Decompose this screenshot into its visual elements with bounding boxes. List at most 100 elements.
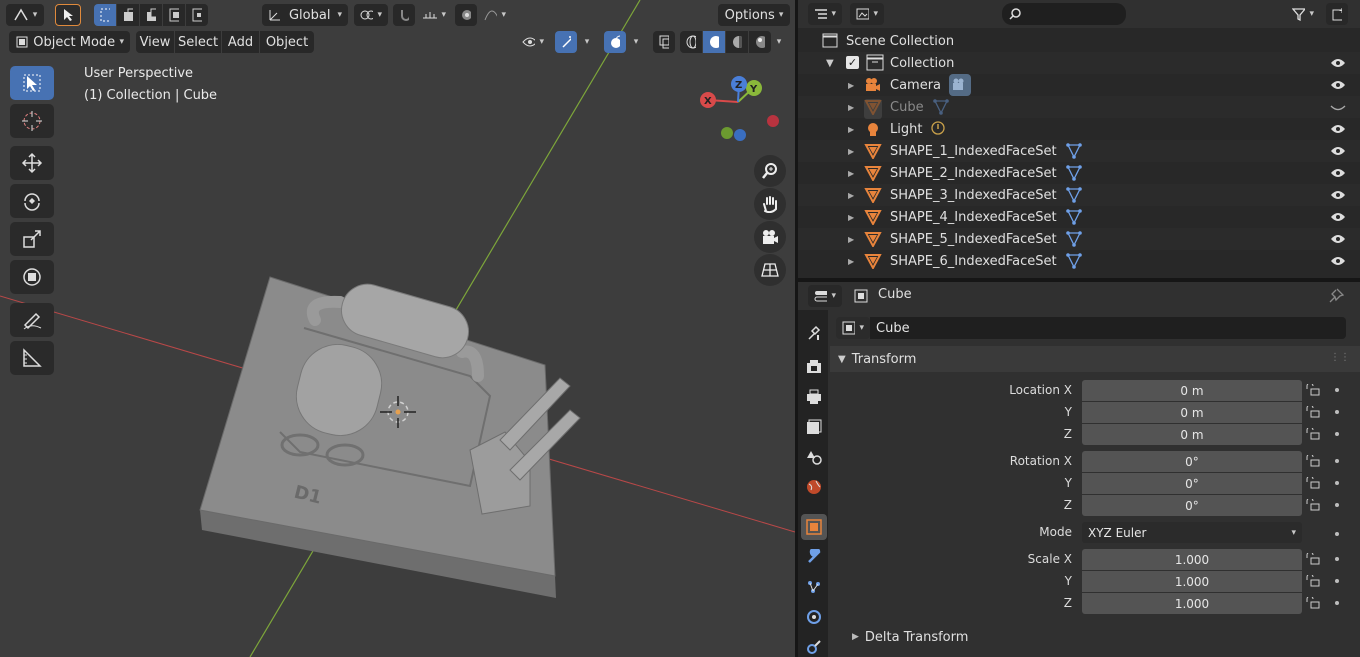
xray-toggle[interactable] [653, 31, 675, 53]
new-collection-button[interactable] [1326, 3, 1348, 25]
snap-toggle[interactable] [393, 4, 415, 26]
object-data-mesh-icon[interactable] [1065, 186, 1083, 208]
expand-arrow-icon[interactable]: ▶ [848, 191, 854, 200]
outliner-item-shape-2-indexedfaceset[interactable]: ▶ SHAPE_2_IndexedFaceSet [798, 162, 1360, 184]
outliner-item-camera[interactable]: ▶ Camera [798, 74, 1360, 96]
expand-arrow-icon[interactable]: ▶ [848, 235, 854, 244]
select-extend-button[interactable] [117, 4, 139, 26]
menu-view[interactable]: View [136, 31, 174, 53]
object-data-mesh-icon[interactable] [1065, 208, 1083, 230]
eye-icon[interactable] [1330, 146, 1346, 156]
tab-object[interactable] [801, 514, 827, 540]
editor-type-button[interactable]: ▾ [6, 4, 44, 26]
pcb-model[interactable]: D1 [199, 276, 581, 598]
eye-closed-icon[interactable] [1330, 104, 1346, 114]
keyframe-dot[interactable] [1335, 410, 1339, 414]
object-data-mesh-icon[interactable] [1065, 142, 1083, 164]
collection-checkbox[interactable]: ✓ [846, 56, 859, 69]
eye-icon[interactable] [1330, 124, 1346, 134]
expand-arrow-icon[interactable]: ▶ [848, 103, 854, 112]
object-data-mesh-icon[interactable] [1065, 230, 1083, 252]
keyframe-dot[interactable] [1335, 459, 1339, 463]
tab-world[interactable] [801, 474, 827, 500]
navigation-gizmo[interactable]: X Y Z [700, 76, 779, 141]
rotation-z-field[interactable]: 0° [1082, 495, 1302, 516]
drag-handle-icon[interactable]: ⋮⋮ [1330, 352, 1350, 363]
tool-measure[interactable] [10, 341, 54, 375]
eye-icon[interactable] [1330, 212, 1346, 222]
object-mode-dropdown[interactable]: Object Mode ▾ [9, 31, 130, 53]
object-data-mesh-icon[interactable] [1065, 164, 1083, 186]
lock-icon[interactable] [1306, 428, 1320, 440]
mode-keyframe-dot[interactable] [1335, 532, 1339, 536]
lock-icon[interactable] [1306, 575, 1320, 587]
select-subtract-button[interactable] [140, 4, 162, 26]
zoom-button[interactable] [754, 155, 786, 187]
lock-icon[interactable] [1306, 553, 1320, 565]
proportional-edit-toggle[interactable] [455, 4, 477, 26]
outliner-search[interactable] [1002, 3, 1126, 25]
perspective-toggle-button[interactable] [754, 254, 786, 286]
filter-dropdown[interactable]: ▾ [1286, 3, 1320, 25]
properties-editor-type[interactable]: ▾ [808, 285, 842, 307]
tool-scale[interactable] [10, 222, 54, 256]
scale-y-field[interactable]: 1.000 [1082, 571, 1302, 592]
tool-select[interactable] [10, 66, 54, 100]
lock-icon[interactable] [1306, 406, 1320, 418]
tab-render[interactable] [801, 354, 827, 380]
lock-icon[interactable] [1306, 499, 1320, 511]
object-data-mesh-icon[interactable] [1065, 252, 1083, 274]
tool-cursor[interactable] [10, 104, 54, 138]
scale-x-field[interactable]: 1.000 [1082, 549, 1302, 570]
scale-z-field[interactable]: 1.000 [1082, 593, 1302, 614]
expand-arrow-icon[interactable]: ▶ [848, 213, 854, 222]
outliner-scene-collection-row[interactable]: Scene Collection [798, 30, 1360, 52]
tool-rotate[interactable] [10, 184, 54, 218]
outliner-item-shape-1-indexedfaceset[interactable]: ▶ SHAPE_1_IndexedFaceSet [798, 140, 1360, 162]
overlays-dropdown[interactable]: ▾ [627, 31, 645, 53]
tab-view-layer[interactable] [801, 414, 827, 440]
rotation-x-field[interactable]: 0° [1082, 451, 1302, 472]
keyframe-dot[interactable] [1335, 557, 1339, 561]
shading-rendered-button[interactable] [749, 31, 771, 53]
tab-constraints[interactable] [801, 634, 827, 657]
outliner-item-cube[interactable]: ▶ Cube [798, 96, 1360, 120]
outliner-item-shape-3-indexedfaceset[interactable]: ▶ SHAPE_3_IndexedFaceSet [798, 184, 1360, 206]
tab-particles[interactable] [801, 574, 827, 600]
expand-arrow-icon[interactable]: ▶ [848, 81, 854, 90]
tab-modifiers[interactable] [801, 544, 827, 570]
3d-viewport[interactable]: D1 X Y Z ▾ Global ▾ ▾ ▾ ▾ Options ▾ Obje… [0, 0, 795, 657]
pan-button[interactable] [754, 188, 786, 220]
tool-move[interactable] [10, 146, 54, 180]
lock-icon[interactable] [1306, 384, 1320, 396]
transform-panel-header[interactable]: ▼ Transform ⋮⋮ [830, 346, 1360, 372]
object-data-dropdown[interactable]: ▾ [836, 317, 870, 339]
keyframe-dot[interactable] [1335, 388, 1339, 392]
shading-material-button[interactable] [726, 31, 748, 53]
expand-arrow-icon[interactable]: ▼ [826, 58, 834, 69]
object-data-mesh-icon[interactable] [932, 98, 950, 120]
expand-arrow-icon[interactable]: ▶ [848, 257, 854, 266]
eye-icon[interactable] [1330, 80, 1346, 90]
shading-dropdown[interactable]: ▾ [770, 31, 788, 53]
eye-icon[interactable] [1330, 168, 1346, 178]
delta-transform-panel-header[interactable]: ▶ Delta Transform [830, 626, 1360, 648]
expand-arrow-icon[interactable]: ▶ [848, 125, 854, 134]
object-name-field[interactable]: Cube [870, 317, 1346, 339]
outliner-editor-type[interactable]: ▾ [808, 3, 842, 25]
select-intersect-button[interactable] [186, 4, 208, 26]
location-x-field[interactable]: 0 m [1082, 380, 1302, 401]
rotation-y-field[interactable]: 0° [1082, 473, 1302, 494]
shading-solid-button[interactable] [703, 31, 725, 53]
menu-select[interactable]: Select [175, 31, 221, 53]
keyframe-dot[interactable] [1335, 481, 1339, 485]
keyframe-dot[interactable] [1335, 503, 1339, 507]
keyframe-dot[interactable] [1335, 432, 1339, 436]
eye-icon[interactable] [1330, 190, 1346, 200]
keyframe-dot[interactable] [1335, 601, 1339, 605]
outliner-item-light[interactable]: ▶ Light [798, 118, 1360, 140]
tool-annotate[interactable] [10, 303, 54, 337]
object-data-light-icon[interactable] [930, 120, 946, 140]
shading-wireframe-button[interactable] [680, 31, 702, 53]
display-mode-dropdown[interactable]: ▾ [850, 3, 884, 25]
